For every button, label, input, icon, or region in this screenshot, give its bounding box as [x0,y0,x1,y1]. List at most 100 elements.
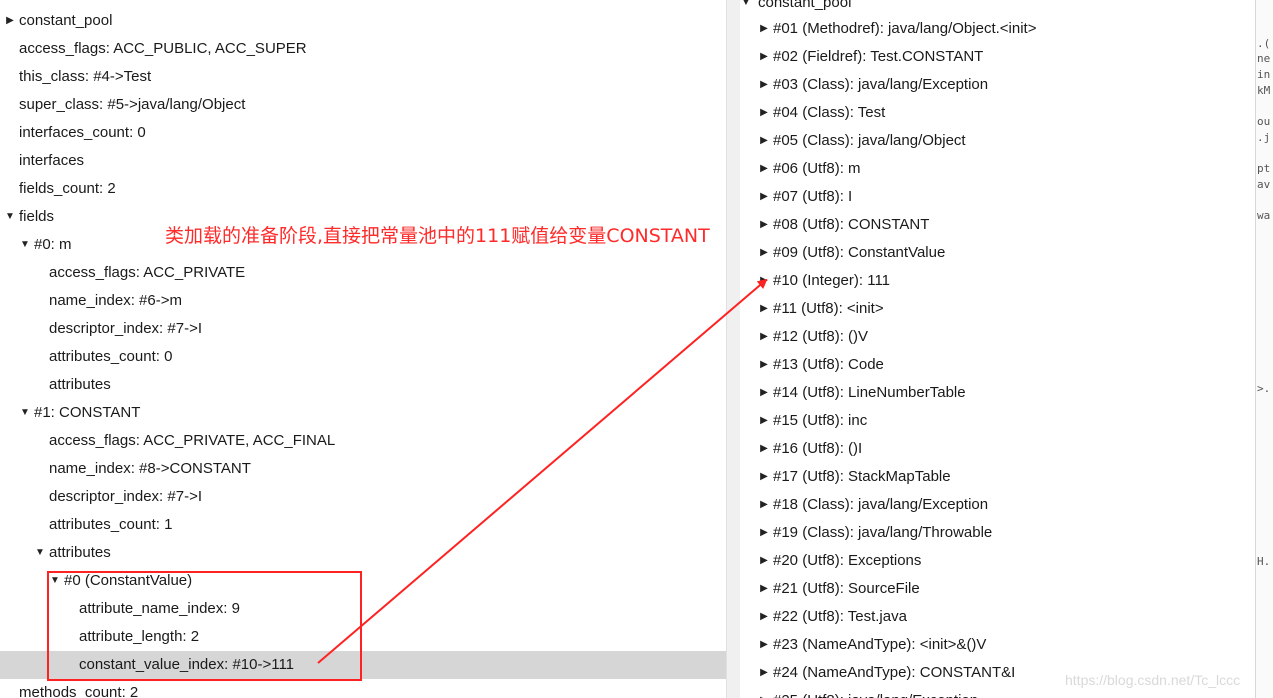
collapse-arrow-icon[interactable]: ▶ [758,631,770,659]
expand-arrow-icon[interactable]: ▼ [34,539,46,567]
collapse-arrow-icon[interactable]: ▶ [758,43,770,71]
constant-pool-entry-label: #16 (Utf8): ()I [773,440,863,457]
constant-pool-entry[interactable]: ▶ #10 (Integer): 111 [740,267,1255,295]
left-tree-row[interactable]: attributes_count: 0 [0,343,726,371]
constant-pool-entry-label: #15 (Utf8): inc [773,412,868,429]
left-tree-label: name_index: #8->CONSTANT [49,460,251,477]
constant-pool-entry[interactable]: ▶ #14 (Utf8): LineNumberTable [740,379,1255,407]
left-tree-row[interactable]: name_index: #8->CONSTANT [0,455,726,483]
constant-pool-entry[interactable]: ▶ #13 (Utf8): Code [740,351,1255,379]
collapse-arrow-icon[interactable]: ▶ [758,435,770,463]
collapse-arrow-icon[interactable]: ▶ [758,155,770,183]
collapse-arrow-icon[interactable]: ▶ [758,99,770,127]
constant-pool-entry[interactable]: ▶ #02 (Fieldref): Test.CONSTANT [740,43,1255,71]
collapse-arrow-icon[interactable]: ▶ [758,379,770,407]
constant-pool-entry-label: #02 (Fieldref): Test.CONSTANT [773,48,984,65]
hex-fragment: >. [1257,383,1271,396]
left-tree-row[interactable]: super_class: #5->java/lang/Object [0,91,726,119]
constant-pool-entry-label: #11 (Utf8): <init> [773,300,884,317]
left-tree-row[interactable]: descriptor_index: #7->I [0,483,726,511]
constant-pool-entry[interactable]: ▶ #22 (Utf8): Test.java [740,603,1255,631]
constant-pool-entry[interactable]: ▶ #12 (Utf8): ()V [740,323,1255,351]
constant-pool-entry[interactable]: ▶ #04 (Class): Test [740,99,1255,127]
expand-arrow-icon[interactable]: ▼ [19,231,31,259]
left-tree-row[interactable]: interfaces [0,147,726,175]
constant-pool-entry[interactable]: ▶ #16 (Utf8): ()I [740,435,1255,463]
constant-pool-entry[interactable]: ▶ #21 (Utf8): SourceFile [740,575,1255,603]
collapse-arrow-icon[interactable]: ▶ [4,7,16,35]
hex-fragment: pt [1257,163,1271,176]
left-tree-label: #1: CONSTANT [34,404,141,421]
collapse-arrow-icon[interactable]: ▶ [758,407,770,435]
constant-pool-entry-label: #13 (Utf8): Code [773,356,884,373]
left-tree-label: descriptor_index: #7->I [49,320,203,337]
constant-pool-entry[interactable]: ▶ #05 (Class): java/lang/Object [740,127,1255,155]
left-tree-row[interactable]: attributes [0,371,726,399]
left-tree-row[interactable]: descriptor_index: #7->I [0,315,726,343]
constant-pool-entry[interactable]: ▶ #08 (Utf8): CONSTANT [740,211,1255,239]
hex-fragment: av [1257,179,1271,191]
hex-fragment: ne [1257,53,1271,66]
constant-pool-entry[interactable]: ▶ #20 (Utf8): Exceptions [740,547,1255,575]
constant-pool-tree[interactable]: ▼ constant_pool ▶ #01 (Methodref): java/lan… [740,0,1255,698]
collapse-arrow-icon[interactable]: ▶ [758,15,770,43]
constant-pool-entry[interactable]: ▶ #11 (Utf8): <init> [740,295,1255,323]
left-tree-row[interactable]: ▼ attributes [0,539,726,567]
expand-arrow-icon[interactable]: ▼ [19,399,31,427]
constant-pool-entry[interactable]: ▶ #03 (Class): java/lang/Exception [740,71,1255,99]
collapse-arrow-icon[interactable]: ▶ [758,239,770,267]
collapse-arrow-icon[interactable]: ▶ [758,127,770,155]
constant-pool-entry[interactable]: ▶ #23 (NameAndType): <init>&()V [740,631,1255,659]
collapse-arrow-icon[interactable]: ▶ [758,519,770,547]
left-tree-row[interactable]: ▼ #1: CONSTANT [0,399,726,427]
collapse-arrow-icon[interactable]: ▶ [758,659,770,687]
collapse-arrow-icon[interactable]: ▶ [758,323,770,351]
constant-pool-entry[interactable]: ▶ #07 (Utf8): I [740,183,1255,211]
expand-arrow-icon[interactable]: ▼ [4,203,16,231]
constant-pool-entry[interactable]: ▶ #18 (Class): java/lang/Exception [740,491,1255,519]
collapse-arrow-icon[interactable]: ▶ [758,575,770,603]
left-tree-row[interactable]: access_flags: ACC_PRIVATE [0,259,726,287]
constant-pool-entry[interactable]: ▶ #06 (Utf8): m [740,155,1255,183]
collapse-arrow-icon[interactable]: ▶ [758,351,770,379]
collapse-arrow-icon[interactable]: ▶ [758,183,770,211]
hex-fragment: kM [1257,84,1271,97]
constant-pool-entry-label: #08 (Utf8): CONSTANT [773,216,930,233]
left-tree-row[interactable]: attributes_count: 1 [0,511,726,539]
constant-pool-entry[interactable]: ▶ #15 (Utf8): inc [740,407,1255,435]
collapse-arrow-icon[interactable]: ▶ [758,71,770,99]
constant-pool-entry[interactable]: ▶ #19 (Class): java/lang/Throwable [740,519,1255,547]
hex-view-edge [1255,0,1273,698]
constant-pool-entry[interactable]: ▶ #01 (Methodref): java/lang/Object.<init… [740,15,1255,43]
left-tree-label: this_class: #4->Test [19,68,152,85]
collapse-arrow-icon[interactable]: ▶ [758,295,770,323]
constant-pool-entry-label: #19 (Class): java/lang/Throwable [773,524,993,541]
constant-pool-entry[interactable]: ▶ #17 (Utf8): StackMapTable [740,463,1255,491]
collapse-arrow-icon[interactable]: ▶ [758,687,770,698]
collapse-arrow-icon[interactable]: ▶ [758,603,770,631]
constant-pool-entry[interactable]: ▶ #09 (Utf8): ConstantValue [740,239,1255,267]
left-tree-row[interactable]: fields_count: 2 [0,175,726,203]
constant-pool-entry-label: #20 (Utf8): Exceptions [773,552,922,569]
watermark: https://blog.csdn.net/Tc_lccc [1065,672,1241,688]
left-tree-label: access_flags: ACC_PUBLIC, ACC_SUPER [19,40,307,57]
collapse-arrow-icon[interactable]: ▶ [758,491,770,519]
collapse-arrow-icon[interactable]: ▶ [758,211,770,239]
left-tree-label: access_flags: ACC_PRIVATE, ACC_FINAL [49,432,336,449]
left-tree-row[interactable]: this_class: #4->Test [0,63,726,91]
left-tree-label: constant_pool [19,12,113,29]
left-tree-label: descriptor_index: #7->I [49,488,203,505]
left-tree-row[interactable]: interfaces_count: 0 [0,119,726,147]
left-tree-label: super_class: #5->java/lang/Object [19,96,246,113]
collapse-arrow-icon[interactable]: ▶ [758,463,770,491]
highlight-box [47,571,362,681]
left-tree-row[interactable]: name_index: #6->m [0,287,726,315]
left-tree-row[interactable]: ▶ constant_pool [0,7,726,35]
collapse-arrow-icon[interactable]: ▶ [758,547,770,575]
left-tree-label: attributes [49,544,111,561]
left-tree-row[interactable]: methods_count: 2 [0,679,726,698]
constant-pool-entry-label: #12 (Utf8): ()V [773,328,869,345]
collapse-arrow-icon[interactable]: ▶ [758,267,770,295]
left-tree-row[interactable]: access_flags: ACC_PRIVATE, ACC_FINAL [0,427,726,455]
left-tree-row[interactable]: access_flags: ACC_PUBLIC, ACC_SUPER [0,35,726,63]
